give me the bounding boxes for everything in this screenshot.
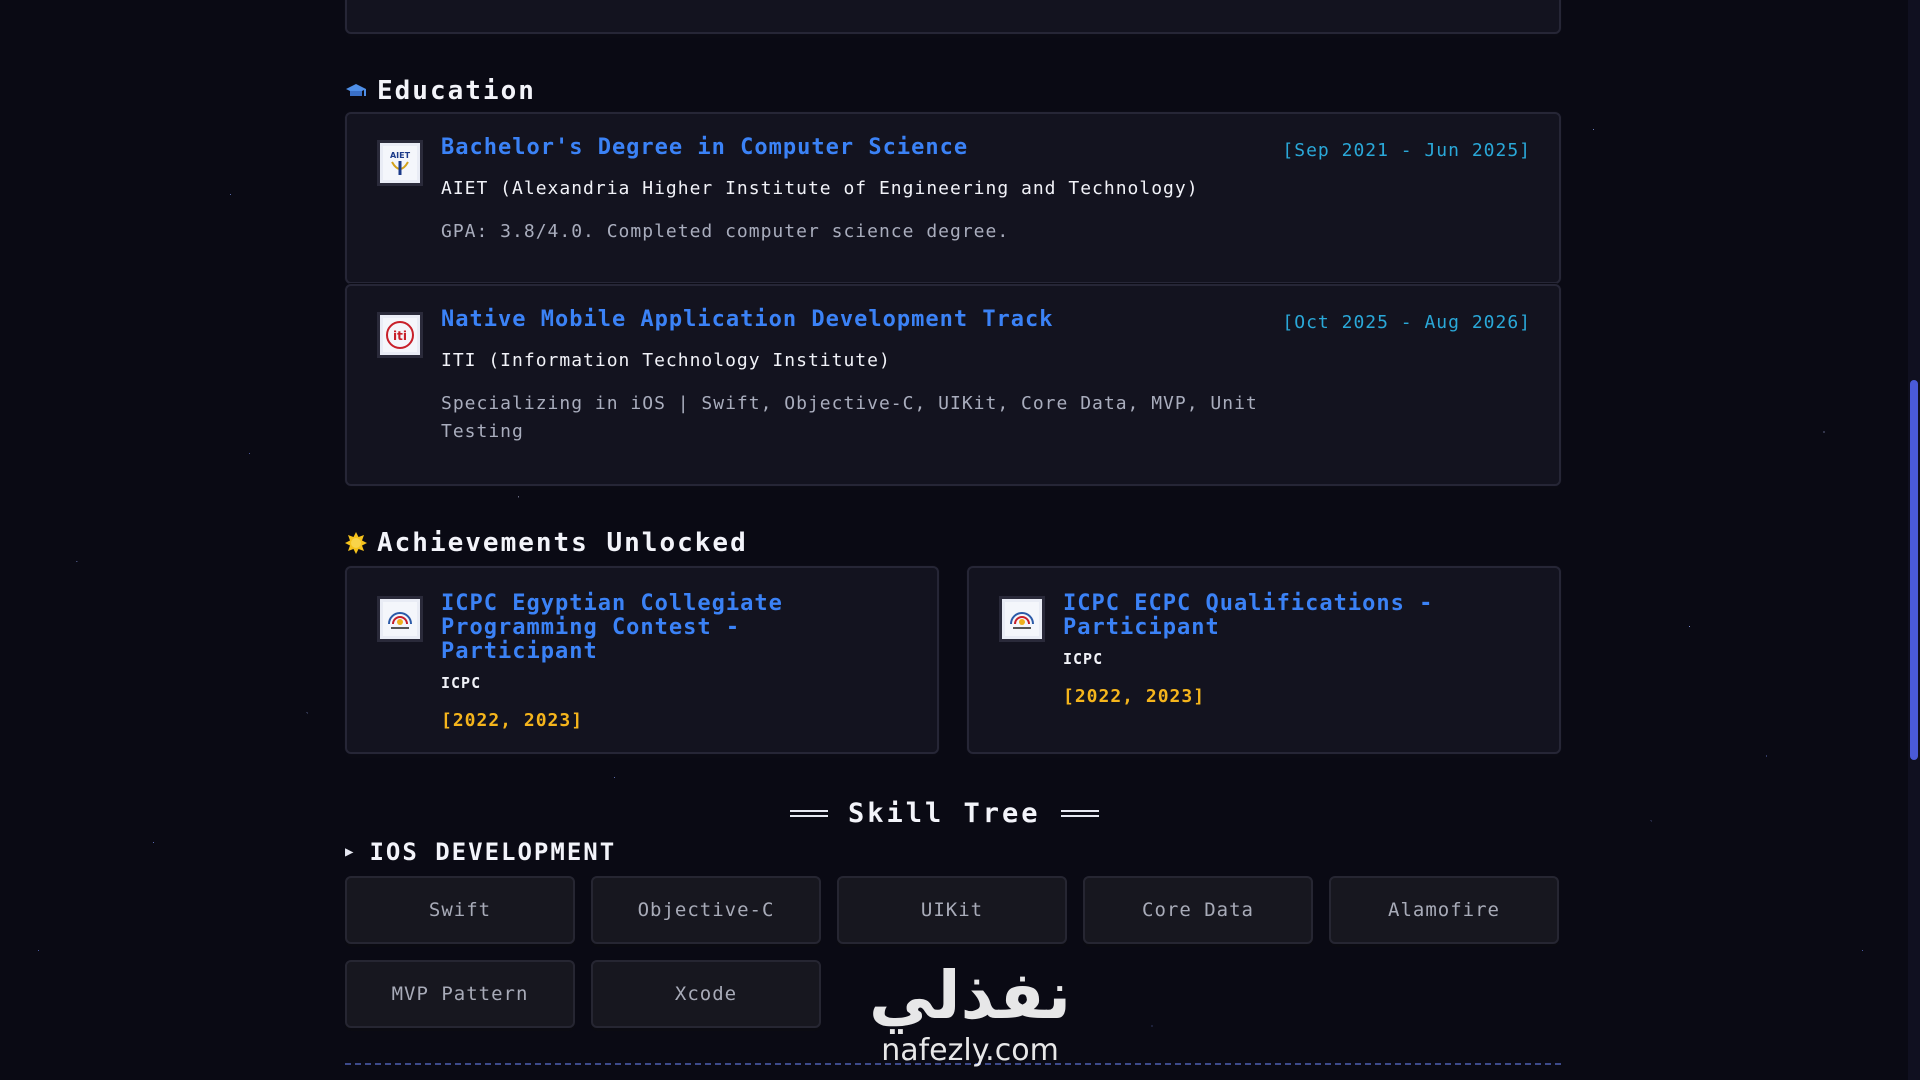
education-org: ITI (Information Technology Institute) — [441, 350, 891, 371]
achievement-org: ICPC — [1063, 650, 1104, 668]
achievements-heading: Achievements Unlocked — [345, 528, 748, 558]
page-scrollbar[interactable] — [1908, 0, 1920, 1080]
skill-chip[interactable]: Swift — [345, 876, 575, 944]
iti-logo-icon: iti — [383, 318, 417, 352]
watermark-arabic: نفذلي — [869, 957, 1071, 1034]
nafezly-watermark: نفذلي nafezly.com — [850, 960, 1090, 1080]
svg-text:AIET: AIET — [390, 151, 411, 160]
skill-chip[interactable]: Xcode — [591, 960, 821, 1028]
icpc-logo-icon — [1005, 602, 1039, 636]
education-org: AIET (Alexandria Higher Institute of Eng… — [441, 178, 1199, 199]
skill-chip[interactable]: Objective-C — [591, 876, 821, 944]
education-date: [Oct 2025 - Aug 2026] — [1282, 312, 1531, 333]
skill-category-header[interactable]: ▶ IOS DEVELOPMENT — [345, 838, 616, 866]
education-heading: Education — [345, 76, 536, 106]
aiet-logo-icon: AIET — [383, 146, 417, 180]
achievement-title-line1: ICPC Egyptian Collegiate — [441, 591, 783, 616]
education-heading-text: Education — [377, 76, 536, 106]
graduation-cap-icon — [346, 84, 366, 96]
achievement-card: ICPC ECPC Qualifications - Participant I… — [967, 566, 1561, 754]
svg-text:iti: iti — [393, 329, 407, 343]
education-title: Bachelor's Degree in Computer Science — [441, 135, 969, 160]
education-date: [Sep 2021 - Jun 2025] — [1282, 140, 1531, 161]
skill-tree-heading-text: Skill Tree — [848, 798, 1041, 829]
skill-category-label: IOS DEVELOPMENT — [369, 838, 617, 866]
achievement-org: ICPC — [441, 674, 482, 692]
main-content: Education AIET Bachelor's Degree in Comp… — [345, 0, 1561, 1080]
education-desc-line2: Testing — [441, 421, 524, 442]
skill-tree-left-rule — [790, 810, 828, 817]
previous-section-card — [345, 0, 1561, 34]
achievement-card: ICPC Egyptian Collegiate Programming Con… — [345, 566, 939, 754]
sun-badge-icon — [345, 532, 367, 554]
watermark-domain: nafezly.com — [881, 1033, 1059, 1068]
skill-tree-right-rule — [1060, 810, 1099, 817]
education-desc-line1: Specializing in iOS | Swift, Objective-C… — [441, 393, 1258, 414]
caret-right-icon: ▶ — [345, 844, 356, 860]
achievements-heading-text: Achievements Unlocked — [377, 528, 748, 558]
aiet-logo: AIET — [377, 140, 423, 186]
achievement-years: [2022, 2023] — [441, 710, 584, 731]
achievement-title-line1: ICPC ECPC Qualifications - — [1063, 591, 1434, 616]
achievement-title-line3: Participant — [441, 639, 598, 664]
education-desc: GPA: 3.8/4.0. Completed computer science… — [441, 221, 1010, 242]
achievement-title-line2: Programming Contest - — [441, 615, 741, 640]
iti-logo: iti — [377, 312, 423, 358]
education-title: Native Mobile Application Development Tr… — [441, 307, 1054, 332]
achievement-years: [2022, 2023] — [1063, 686, 1206, 707]
skill-chip[interactable]: Core Data — [1083, 876, 1313, 944]
icpc-logo-icon — [383, 602, 417, 636]
education-card-iti: iti Native Mobile Application Developmen… — [345, 284, 1561, 486]
achievement-title-line2: Participant — [1063, 615, 1220, 640]
icpc-logo — [999, 596, 1045, 642]
skill-chip[interactable]: UIKit — [837, 876, 1067, 944]
education-card-bachelor: AIET Bachelor's Degree in Computer Scien… — [345, 112, 1561, 284]
scrollbar-thumb[interactable] — [1910, 380, 1918, 760]
skill-chip[interactable]: MVP Pattern — [345, 960, 575, 1028]
skill-tree-heading: Skill Tree — [790, 798, 1099, 829]
icpc-logo — [377, 596, 423, 642]
skill-chip[interactable]: Alamofire — [1329, 876, 1559, 944]
